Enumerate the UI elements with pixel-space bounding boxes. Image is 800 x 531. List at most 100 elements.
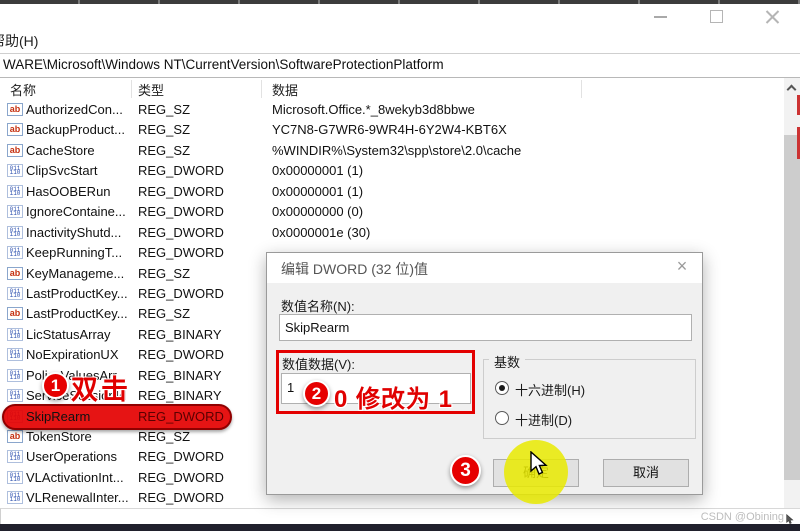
annotation-step2-text: 0 修改为 1 xyxy=(334,379,453,414)
row-type: REG_DWORD xyxy=(138,243,263,263)
close-button[interactable] xyxy=(763,8,781,26)
column-header-type[interactable]: 类型 xyxy=(138,80,164,99)
column-separator[interactable] xyxy=(581,80,582,98)
row-type: REG_SZ xyxy=(138,141,263,161)
row-name: LicStatusArray xyxy=(26,325,130,345)
reg-string-icon: ab xyxy=(7,267,23,280)
row-name: VLActivationInt... xyxy=(26,468,130,488)
row-name: IgnoreContaine... xyxy=(26,202,130,222)
row-type: REG_DWORD xyxy=(138,345,263,365)
reg-binary-icon: 011 110 xyxy=(7,246,23,259)
row-type: REG_SZ xyxy=(138,120,263,140)
address-bar[interactable]: WARE\Microsoft\Windows NT\CurrentVersion… xyxy=(0,53,800,78)
column-header-name[interactable]: 名称 xyxy=(10,80,36,99)
column-separator[interactable] xyxy=(131,80,132,98)
row-type: REG_DWORD xyxy=(138,182,263,202)
annotation-step1-text: 双击 xyxy=(71,368,131,407)
row-name: NoExpirationUX xyxy=(26,345,130,365)
registry-path: WARE\Microsoft\Windows NT\CurrentVersion… xyxy=(3,57,444,72)
menu-item-help[interactable]: 帮助(H) xyxy=(0,31,38,51)
row-type: REG_DWORD xyxy=(138,407,263,427)
row-name: ClipSvcStart xyxy=(26,161,130,181)
dialog-close-icon[interactable]: × xyxy=(672,256,692,277)
row-data: 0x00000001 (1) xyxy=(272,161,363,181)
minimize-icon xyxy=(654,16,667,18)
registry-row[interactable]: 011 110HasOOBERun REG_DWORD 0x00000001 (1) xyxy=(0,182,784,202)
row-data: 0x0000001e (30) xyxy=(272,223,370,243)
row-type: REG_DWORD xyxy=(138,284,263,304)
row-name: CacheStore xyxy=(26,141,130,161)
reg-string-icon: ab xyxy=(7,307,23,320)
bottom-dark-bar xyxy=(0,524,800,531)
mouse-cursor-icon xyxy=(527,451,549,482)
row-name: AuthorizedCon... xyxy=(26,100,130,120)
value-name-label: 数值名称(N): xyxy=(281,296,355,315)
dialog-title-bar: 编辑 DWORD (32 位)值 × xyxy=(267,253,702,283)
dialog-title: 编辑 DWORD (32 位)值 xyxy=(281,259,428,279)
reg-binary-icon: 011 110 xyxy=(7,471,23,484)
registry-row[interactable]: abCacheStore REG_SZ %WINDIR%\System32\spp\… xyxy=(0,141,784,161)
reg-binary-icon: 011 110 xyxy=(7,450,23,463)
column-separator[interactable] xyxy=(261,80,262,98)
row-type: REG_DWORD xyxy=(138,468,263,488)
value-name-field[interactable]: SkipRearm xyxy=(279,314,692,341)
row-name: TokenStore xyxy=(26,427,130,447)
row-name: BackupProduct... xyxy=(26,120,130,140)
row-name: LastProductKey... xyxy=(26,284,130,304)
scrollbar-thumb[interactable] xyxy=(784,135,800,480)
reg-binary-icon: 011 110 xyxy=(7,226,23,239)
row-type: REG_DWORD xyxy=(138,202,263,222)
reg-string-icon: ab xyxy=(7,103,23,116)
row-name: KeyManageme... xyxy=(26,264,130,284)
registry-row[interactable]: abAuthorizedCon... REG_SZ Microsoft.Office… xyxy=(0,100,784,120)
reg-binary-icon: 011 110 xyxy=(7,287,23,300)
row-name: SkipRearm xyxy=(26,407,130,427)
row-type: REG_DWORD xyxy=(138,223,263,243)
reg-binary-icon: 011 110 xyxy=(7,164,23,177)
annotation-step2-badge: 2 xyxy=(303,380,330,407)
row-type: REG_DWORD xyxy=(138,447,263,467)
reg-string-icon: ab xyxy=(7,144,23,157)
registry-row[interactable]: 011 110IgnoreContaine... REG_DWORD 0x00000… xyxy=(0,202,784,222)
row-data: Microsoft.Office.*_8wekyb3d8bbwe xyxy=(272,100,475,120)
minimize-button[interactable] xyxy=(652,8,670,26)
registry-row[interactable]: 011 110ClipSvcStartREG_DWORD0x00000001 (… xyxy=(0,161,784,181)
row-type: REG_BINARY xyxy=(138,366,263,386)
row-data: 0x00000001 (1) xyxy=(272,182,363,202)
row-data: %WINDIR%\System32\spp\store\2.0\cache xyxy=(272,141,521,161)
reg-binary-icon: 011 110 xyxy=(7,185,23,198)
reg-binary-icon: 011 110 xyxy=(7,369,23,382)
row-type: REG_DWORD xyxy=(138,488,263,508)
row-type: REG_SZ xyxy=(138,304,263,324)
row-type: REG_SZ xyxy=(138,100,263,120)
cancel-button[interactable]: 取消 xyxy=(603,459,689,487)
row-name: VLRenewalInter... xyxy=(26,488,130,508)
reg-binary-icon: 011 110 xyxy=(7,491,23,504)
scroll-up-button[interactable] xyxy=(784,80,800,96)
row-name: HasOOBERun xyxy=(26,182,130,202)
reg-binary-icon: 011 110 xyxy=(7,205,23,218)
maximize-icon xyxy=(710,10,723,23)
row-data: 0x00000000 (0) xyxy=(272,202,363,222)
radio-icon[interactable] xyxy=(495,411,509,425)
annotation-step3-badge: 3 xyxy=(450,455,481,486)
row-name: InactivityShutd... xyxy=(26,223,130,243)
base-group-label: 基数 xyxy=(489,352,525,371)
row-name: UserOperations xyxy=(26,447,130,467)
row-data: YC7N8-G7WR6-9WR4H-6Y2W4-KBT6X xyxy=(272,120,507,140)
row-name: KeepRunningT... xyxy=(26,243,130,263)
row-type: REG_SZ xyxy=(138,264,263,284)
row-name: LastProductKey... xyxy=(26,304,130,324)
maximize-button[interactable] xyxy=(708,8,726,26)
column-header-data[interactable]: 数据 xyxy=(272,80,298,99)
reg-binary-icon: 011 110 xyxy=(7,328,23,341)
regedit-window: 帮助(H) WARE\Microsoft\Windows NT\CurrentV… xyxy=(0,0,800,531)
registry-row[interactable]: 011 110InactivityShutd... REG_DWORD 0x0000… xyxy=(0,223,784,243)
scroll-up-icon xyxy=(787,85,797,95)
row-type: REG_SZ xyxy=(138,427,263,447)
radio-label: 十六进制(H) xyxy=(515,380,585,399)
watermark-text: CSDN @Obining xyxy=(701,511,784,523)
registry-row[interactable]: abBackupProduct...REG_SZYC7N8-G7WR6-9WR4… xyxy=(0,120,784,140)
radio-icon[interactable] xyxy=(495,381,509,395)
video-timeline-strip xyxy=(0,0,800,4)
